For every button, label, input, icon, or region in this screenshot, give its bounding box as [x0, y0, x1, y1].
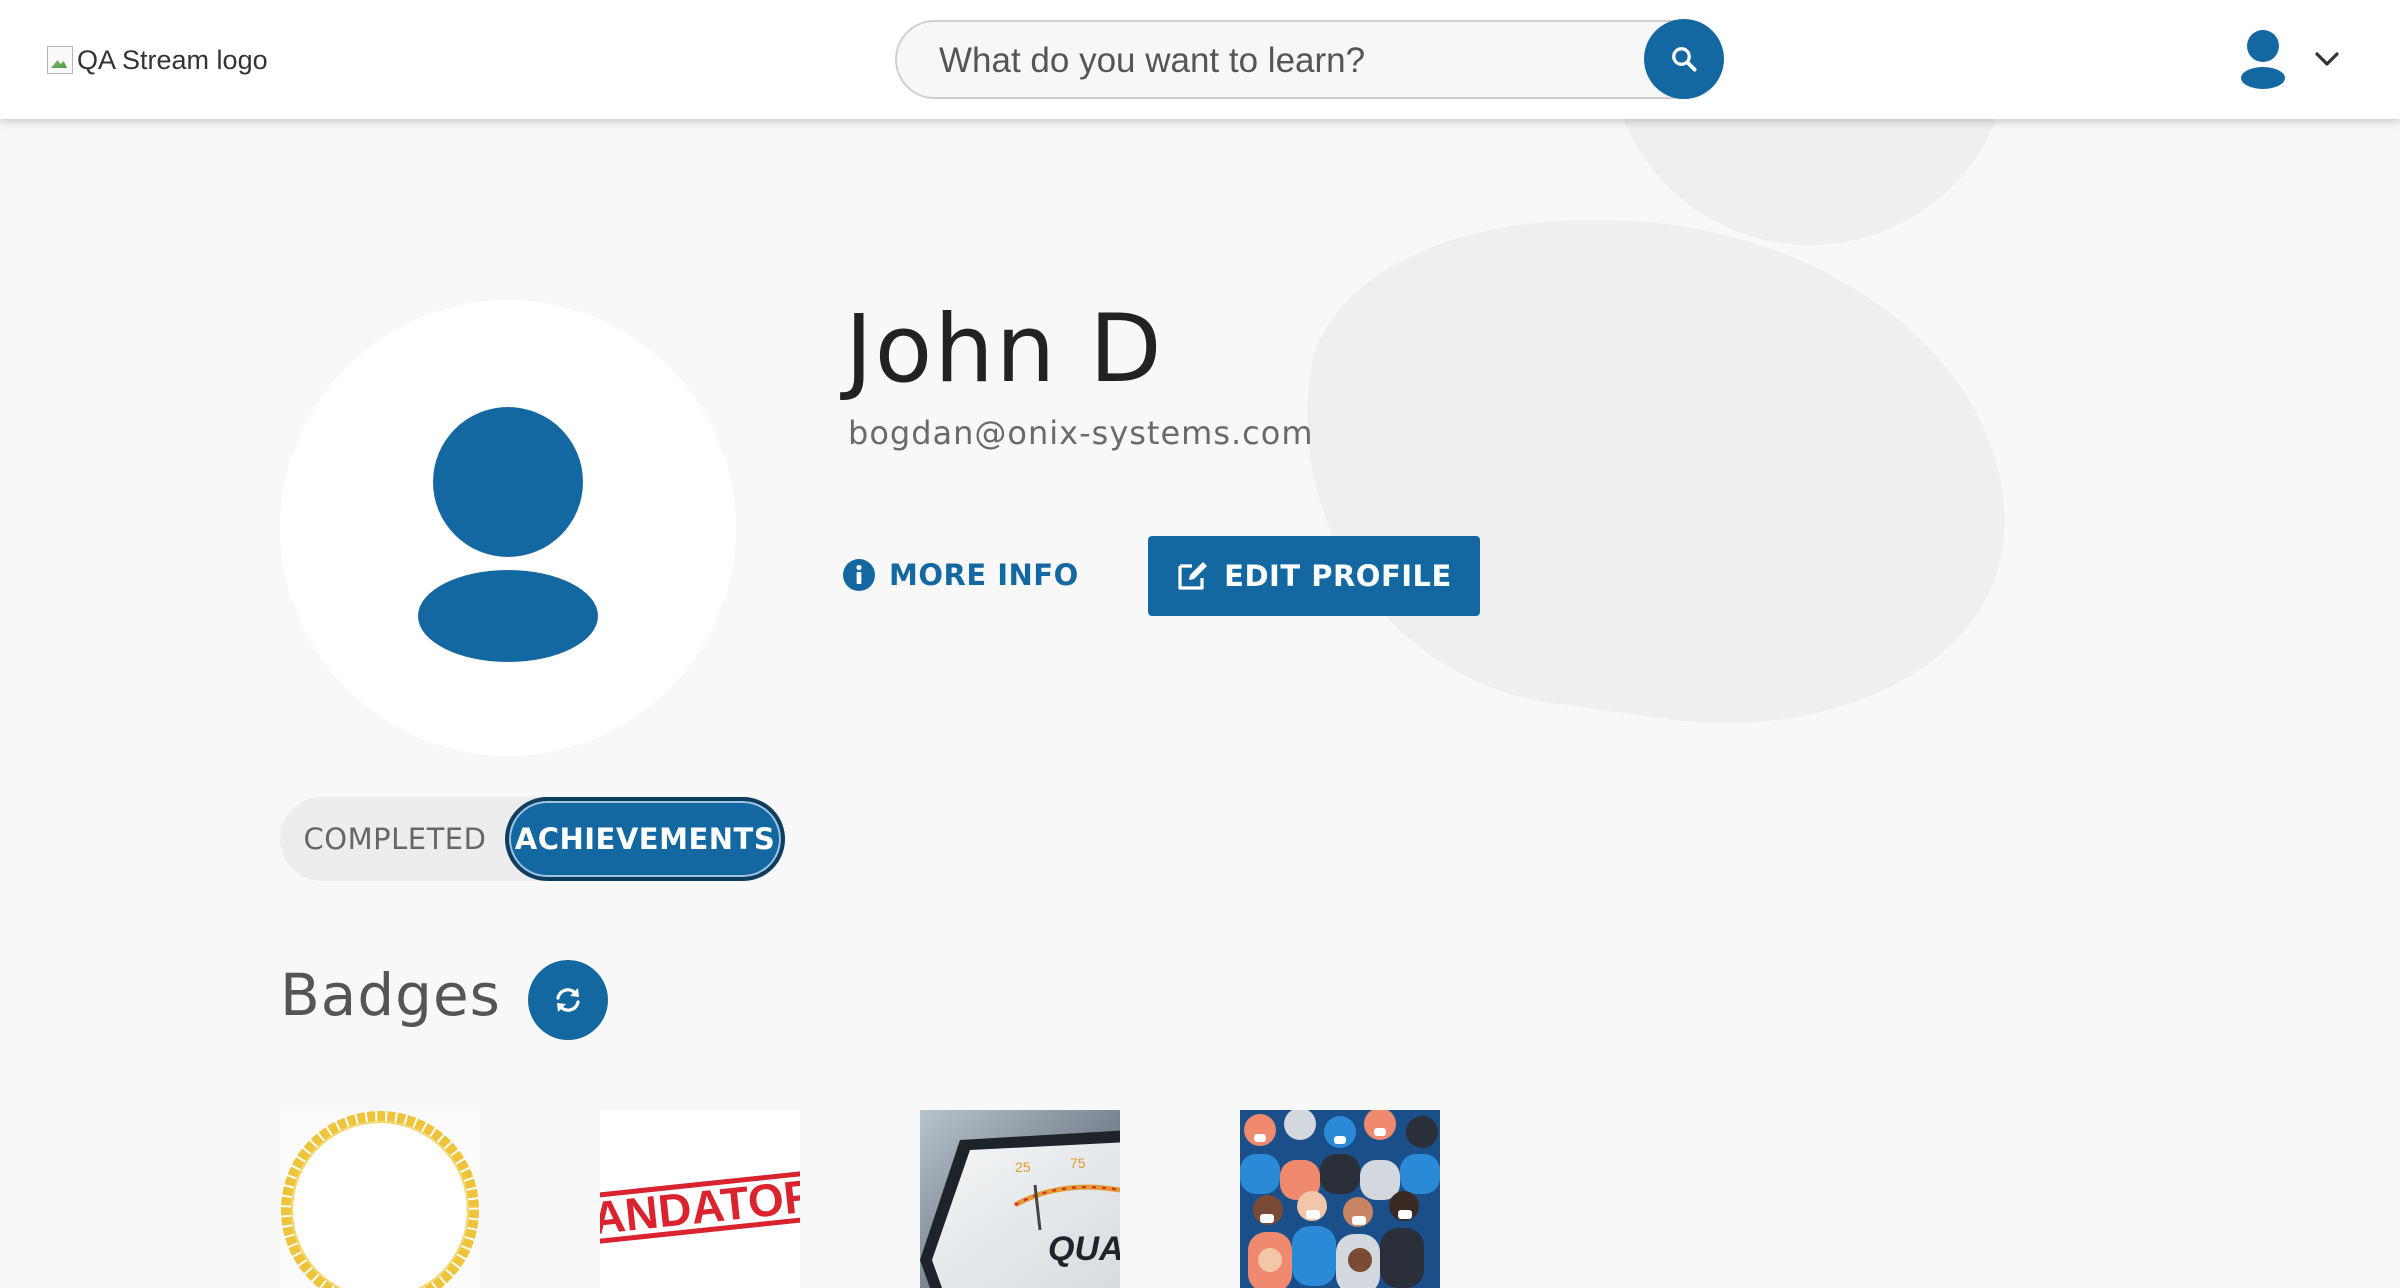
profile-email: bogdan@onix-systems.com — [848, 414, 1314, 452]
edit-icon — [1176, 560, 1210, 592]
gold-ring-badge-image — [281, 1111, 479, 1288]
refresh-icon — [553, 985, 583, 1015]
search-button[interactable] — [1644, 19, 1724, 99]
background-blob-large — [1269, 177, 2041, 763]
search-bar — [895, 20, 1723, 99]
info-icon — [843, 559, 875, 591]
broken-image-icon — [45, 44, 75, 76]
badges-heading: Badges — [280, 961, 501, 1029]
refresh-badges-button[interactable] — [528, 960, 608, 1040]
top-navbar: QA Stream logo — [0, 0, 2400, 119]
tab-achievements[interactable]: ACHIEVEMENTS — [505, 797, 785, 881]
more-info-label: MORE INFO — [889, 558, 1079, 592]
profile-avatar — [280, 300, 736, 756]
more-info-button[interactable]: MORE INFO — [843, 552, 1079, 598]
svg-text:25: 25 — [1015, 1159, 1031, 1175]
logo-alt-text: QA Stream logo — [77, 44, 268, 75]
mandatory-stamp-badge-image: MANDATORY — [600, 1110, 800, 1288]
badge-gold-ring[interactable] — [280, 1110, 480, 1288]
svg-text:75: 75 — [1070, 1155, 1086, 1171]
crowd-masks-badge-image — [1240, 1110, 1440, 1288]
badge-quality[interactable]: 25 75 QUAL — [920, 1110, 1120, 1288]
user-icon — [418, 407, 598, 662]
badge-crowd[interactable] — [1240, 1110, 1440, 1288]
tab-completed[interactable]: COMPLETED — [280, 797, 510, 881]
edit-profile-button[interactable]: EDIT PROFILE — [1148, 536, 1480, 616]
svg-text:QUAL: QUAL — [1048, 1230, 1120, 1268]
chevron-down-icon — [2314, 51, 2340, 67]
profile-tabs: COMPLETED ACHIEVEMENTS — [280, 797, 785, 881]
profile-name: John D — [845, 295, 1164, 404]
search-icon — [1669, 44, 1699, 74]
quality-gauge-badge-image: 25 75 QUAL — [920, 1110, 1120, 1288]
edit-profile-label: EDIT PROFILE — [1224, 559, 1452, 593]
qa-stream-logo[interactable]: QA Stream logo — [45, 40, 268, 80]
badge-mandatory[interactable]: MANDATORY — [600, 1110, 800, 1288]
user-icon — [2240, 29, 2286, 89]
search-input[interactable] — [937, 34, 1621, 88]
user-menu[interactable] — [2240, 26, 2360, 92]
